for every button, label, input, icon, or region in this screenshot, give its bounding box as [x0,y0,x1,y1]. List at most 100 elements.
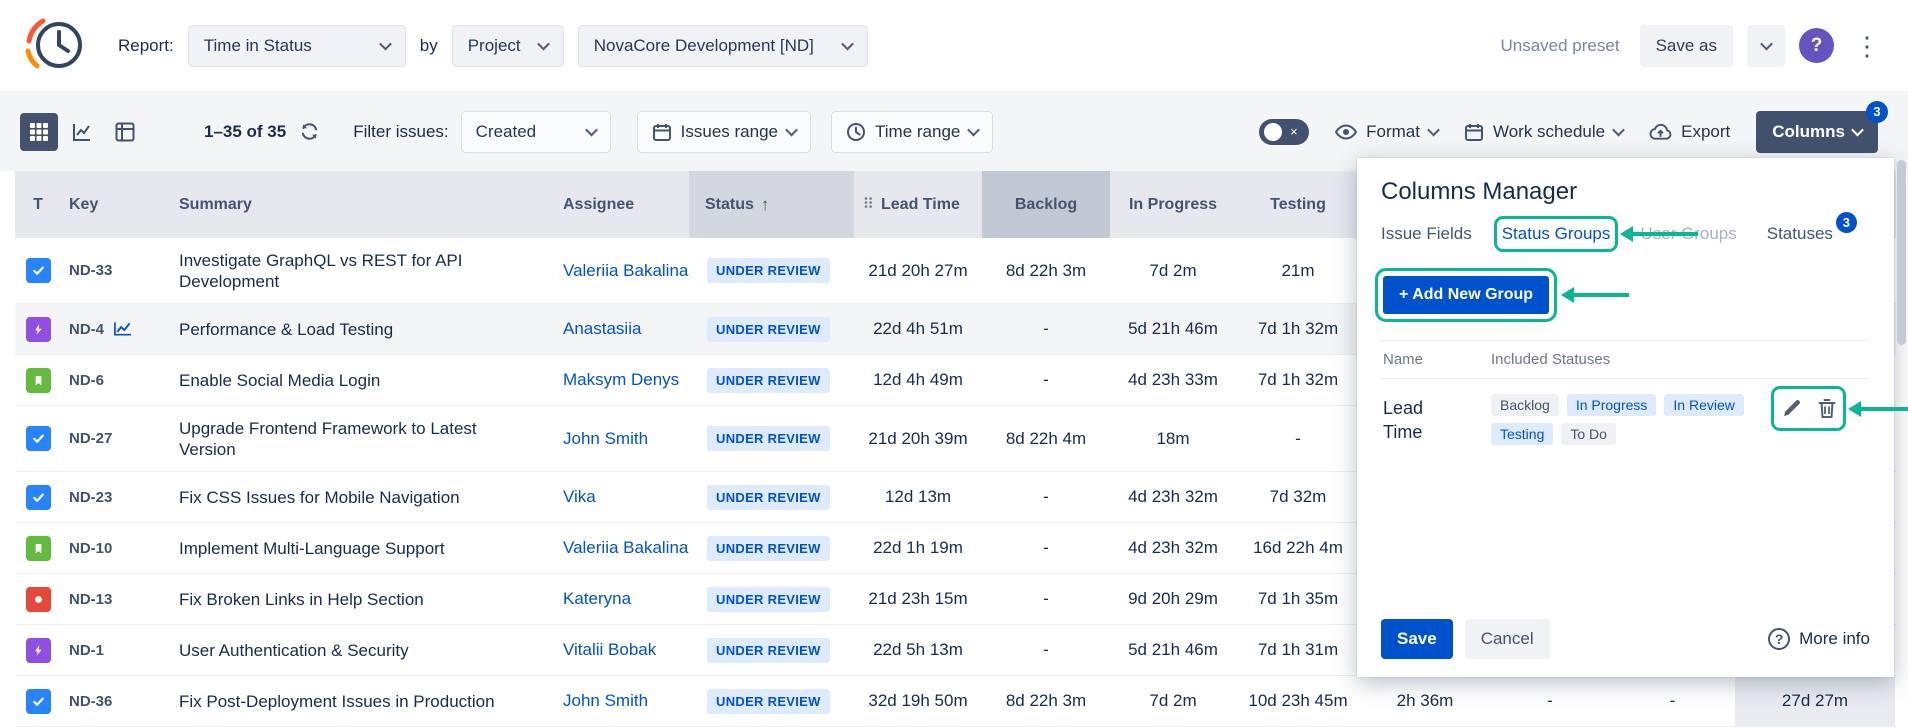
drag-handle-icon[interactable] [862,196,874,214]
add-new-group-button[interactable]: + Add New Group [1383,276,1549,314]
export-button[interactable]: Export [1649,122,1730,142]
tab-issue-fields[interactable]: Issue Fields [1381,224,1472,244]
edit-group-button[interactable] [1781,398,1802,419]
testing-cell: 10d 23h 45m [1236,691,1360,711]
view-toggle[interactable]: × [1259,119,1309,145]
scrollbar-thumb[interactable] [1897,160,1906,345]
status-badge: UNDER REVIEW [707,368,830,393]
status-badge: UNDER REVIEW [707,426,830,451]
time-cell: 2h 36m [1360,691,1490,711]
column-header-assignee[interactable]: Assignee [555,196,689,214]
in-progress-cell: 9d 20h 29m [1110,589,1236,609]
testing-cell: 7d 32m [1236,487,1360,507]
eye-icon [1335,124,1357,140]
issue-key[interactable]: ND-36 [61,693,171,710]
column-header-testing[interactable]: Testing [1236,196,1360,214]
issue-summary[interactable]: User Authentication & Security [171,640,555,661]
testing-cell: - [1236,429,1360,449]
issue-summary[interactable]: Implement Multi-Language Support [171,538,555,559]
filter-issues-label: Filter issues: [353,122,448,142]
issue-summary[interactable]: Enable Social Media Login [171,370,555,391]
grid-view-button[interactable] [20,113,58,151]
issue-key[interactable]: ND-10 [61,540,171,557]
column-header-lead-time[interactable]: Lead Time [854,196,982,214]
more-menu-button[interactable]: ⋮ [1848,33,1886,59]
status-cell: UNDER REVIEW [689,485,854,510]
column-header-key[interactable]: Key [61,196,171,214]
column-header-backlog[interactable]: Backlog [982,171,1110,238]
assignee-link[interactable]: Valeriia Bakalina [555,538,689,558]
assignee-link[interactable]: Kateryna [555,589,689,609]
issue-key[interactable]: ND-1 [61,642,171,659]
assignee-link[interactable]: Maksym Denys [555,370,689,390]
group-by-select[interactable]: Project [452,25,564,67]
work-schedule-button[interactable]: Work schedule [1464,122,1623,142]
time-range-button[interactable]: Time range [831,111,993,153]
included-statuses-column-header: Included Statuses [1491,351,1610,368]
question-icon: ? [1768,628,1790,650]
chart-icon [72,122,92,142]
save-as-button[interactable]: Save as [1640,25,1733,67]
tab-status-groups[interactable]: Status Groups [1502,224,1611,244]
project-select[interactable]: NovaCore Development [ND] [578,25,868,67]
lead-time-cell: 32d 19h 50m [854,691,982,711]
assignee-link[interactable]: Vika [555,487,689,507]
issue-row-ND-36[interactable]: ND-36Fix Post-Deployment Issues in Produ… [15,676,1896,727]
help-button[interactable]: ? [1799,28,1834,63]
delete-group-button[interactable] [1818,398,1836,419]
issue-key[interactable]: ND-27 [61,430,171,447]
issue-key[interactable]: ND-33 [61,262,171,279]
view-switcher [20,113,144,151]
statuses-count-badge: 3 [1836,212,1857,233]
assignee-link[interactable]: John Smith [555,691,689,711]
more-info-label: More info [1799,629,1870,649]
chart-view-button[interactable] [63,113,101,151]
report-type-value: Time in Status [204,36,312,56]
assignee-link[interactable]: John Smith [555,429,689,449]
toggle-knob-icon [1264,123,1282,141]
issue-key[interactable]: ND-6 [61,372,171,389]
refresh-button[interactable] [300,122,319,141]
panel-tabs: Issue FieldsStatus GroupsUser GroupsStat… [1381,224,1870,244]
filter-field-select[interactable]: Created [461,111,611,153]
filter-field-value: Created [476,122,536,142]
issue-key[interactable]: ND-4 [61,321,171,338]
more-info-link[interactable]: ? More info [1768,628,1870,650]
issue-summary[interactable]: Upgrade Frontend Framework to Latest Ver… [171,418,555,460]
tab-statuses[interactable]: Statuses3 [1767,224,1857,244]
columns-button[interactable]: Columns 3 [1756,111,1878,153]
issue-summary[interactable]: Fix CSS Issues for Mobile Navigation [171,487,555,508]
issue-summary[interactable]: Performance & Load Testing [171,319,555,340]
in-progress-cell: 18m [1110,429,1236,449]
report-type-select[interactable]: Time in Status [188,25,406,67]
column-header-summary[interactable]: Summary [171,196,555,214]
save-button[interactable]: Save [1381,619,1453,659]
annotation-arrow-add-group [1573,293,1629,297]
name-column-header: Name [1381,351,1491,368]
save-as-dropdown-button[interactable] [1747,25,1785,67]
assignee-link[interactable]: Valeriia Bakalina [555,261,689,281]
column-header-type[interactable]: T [15,196,61,214]
issue-summary[interactable]: Investigate GraphQL vs REST for API Deve… [171,250,555,292]
time-range-label: Time range [875,122,960,142]
issues-range-button[interactable]: Issues range [637,111,811,153]
page-scrollbar[interactable] [1897,160,1906,720]
assignee-link[interactable]: Vitalii Bobak [555,640,689,660]
issue-summary[interactable]: Fix Post-Deployment Issues in Production [171,691,555,712]
assignee-link[interactable]: Anastasiia [555,319,689,339]
grid-icon [29,122,49,142]
column-header-status[interactable]: Status ↑ [689,171,854,238]
tab-label: Status Groups [1502,224,1611,244]
story-icon [26,536,51,561]
format-button[interactable]: Format [1335,122,1438,142]
group-name: Lead Time [1381,394,1491,444]
issue-key[interactable]: ND-13 [61,591,171,608]
issue-key[interactable]: ND-23 [61,489,171,506]
column-header-in-progress[interactable]: In Progress [1110,196,1236,214]
trend-chart-icon[interactable] [113,321,132,337]
issue-summary[interactable]: Fix Broken Links in Help Section [171,589,555,610]
task-icon [26,689,51,714]
pivot-view-button[interactable] [106,113,144,151]
in-progress-cell: 4d 23h 32m [1110,538,1236,558]
cancel-button[interactable]: Cancel [1465,619,1550,659]
